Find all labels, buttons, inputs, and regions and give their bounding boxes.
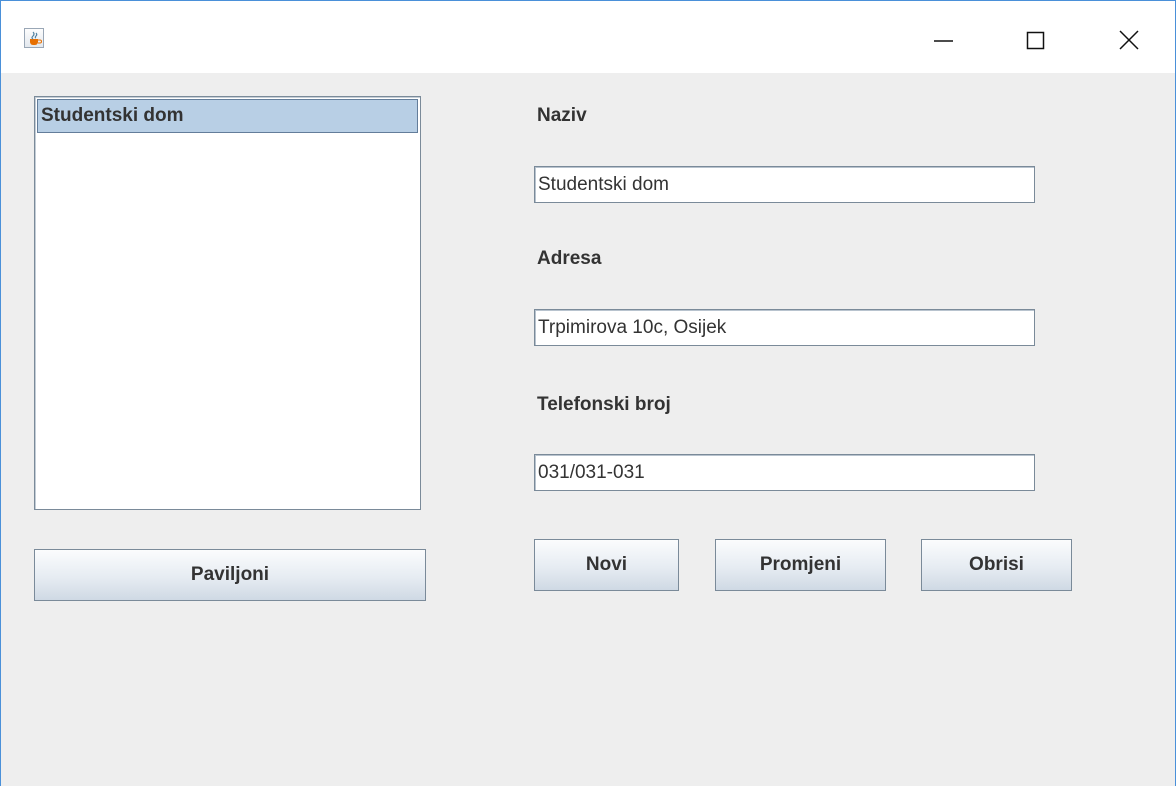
- minimize-button[interactable]: [920, 15, 966, 61]
- telefonski-broj-label: Telefonski broj: [537, 394, 671, 415]
- maximize-icon: [1026, 31, 1045, 50]
- naziv-label: Naziv: [537, 105, 587, 126]
- obrisi-button[interactable]: Obrisi: [921, 539, 1072, 591]
- naziv-field[interactable]: [534, 166, 1035, 203]
- close-button[interactable]: [1105, 15, 1151, 61]
- java-cup-icon[interactable]: [24, 28, 44, 48]
- maximize-button[interactable]: [1013, 15, 1059, 61]
- list-item[interactable]: Studentski dom: [37, 99, 418, 133]
- adresa-label: Adresa: [537, 248, 602, 269]
- studentski-domovi-list[interactable]: Studentski dom: [34, 96, 421, 510]
- novi-button[interactable]: Novi: [534, 539, 679, 591]
- app-window: Studentski dom Paviljoni Naziv Adresa Te…: [0, 0, 1176, 786]
- promjeni-button[interactable]: Promjeni: [715, 539, 886, 591]
- title-bar[interactable]: [1, 1, 1175, 73]
- adresa-field[interactable]: [534, 309, 1035, 346]
- paviljoni-button[interactable]: Paviljoni: [34, 549, 426, 601]
- minimize-icon: [934, 40, 953, 42]
- close-icon: [1119, 30, 1139, 50]
- telefonski-broj-field[interactable]: [534, 454, 1035, 491]
